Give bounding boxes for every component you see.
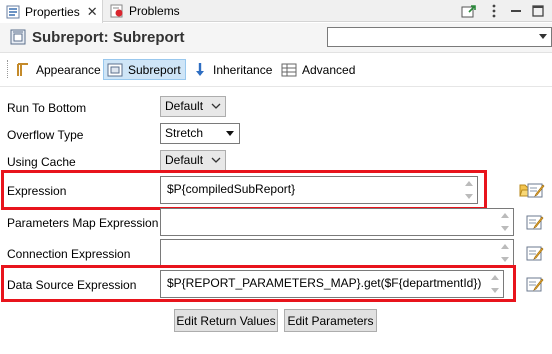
overflow-type-dropdown[interactable]: Stretch: [160, 123, 240, 144]
tab-problems-label: Problems: [129, 4, 180, 18]
chevron-down-icon: [226, 131, 234, 136]
page-title: Subreport: Subreport: [32, 29, 185, 46]
expression-editor-icon[interactable]: [524, 273, 546, 295]
overflow-type-value: Stretch: [165, 126, 204, 140]
tab-inheritance[interactable]: Inheritance: [189, 59, 274, 80]
view-tab-bar: Properties ✕ Problems: [0, 0, 552, 23]
appearance-icon: [15, 62, 31, 78]
using-cache-dropdown[interactable]: Default: [160, 150, 226, 171]
connection-scroll-arrows[interactable]: [499, 242, 511, 264]
chevron-down-icon: [209, 99, 223, 113]
inheritance-icon: [192, 62, 208, 78]
advanced-icon: [281, 62, 297, 78]
data-source-highlight-box: [1, 265, 516, 302]
tab-appearance[interactable]: Appearance: [12, 59, 101, 80]
pin-view-icon[interactable]: [461, 3, 477, 19]
section-divider: [0, 86, 552, 87]
minimize-icon[interactable]: [508, 3, 524, 19]
parameters-map-expression-field[interactable]: [160, 208, 514, 236]
using-cache-label: Using Cache: [7, 155, 76, 169]
tab-appearance-label: Appearance: [36, 62, 101, 77]
run-to-bottom-dropdown[interactable]: Default: [160, 96, 226, 117]
subreport-tab-icon: [107, 62, 123, 78]
overflow-type-label: Overflow Type: [7, 128, 84, 142]
subreport-icon: [10, 29, 26, 45]
properties-icon: [6, 5, 20, 19]
connection-expression-field[interactable]: [160, 239, 514, 267]
parameters-map-expression-label: Parameters Map Expression: [7, 216, 159, 230]
problems-icon: [110, 4, 124, 18]
edit-parameters-button[interactable]: Edit Parameters: [284, 309, 377, 332]
using-cache-value: Default: [165, 153, 204, 167]
tab-advanced[interactable]: Advanced: [278, 59, 358, 80]
expression-highlight-box: [1, 170, 487, 210]
tab-advanced-label: Advanced: [302, 62, 356, 77]
run-to-bottom-label: Run To Bottom: [7, 101, 87, 115]
tab-inheritance-label: Inheritance: [213, 62, 273, 77]
connection-expression-label: Connection Expression: [7, 247, 131, 261]
tab-properties[interactable]: Properties ✕: [0, 0, 103, 23]
maximize-icon[interactable]: [530, 3, 546, 19]
run-to-bottom-value: Default: [165, 99, 204, 113]
view-menu-icon[interactable]: [486, 3, 502, 19]
section-tabs: Appearance Subreport Inheritance Advance…: [0, 54, 552, 84]
element-title-bar: Subreport: Subreport: [0, 23, 552, 53]
close-icon[interactable]: ✕: [87, 4, 98, 20]
parameters-map-scroll-arrows[interactable]: [499, 211, 511, 233]
edit-return-values-button[interactable]: Edit Return Values: [174, 309, 278, 332]
tab-problems[interactable]: Problems: [104, 0, 200, 22]
tab-properties-label: Properties: [25, 4, 80, 19]
toolbar-separator: [7, 60, 9, 78]
chevron-down-icon: [539, 34, 547, 39]
tab-subreport-label: Subreport: [128, 62, 181, 77]
tab-subreport[interactable]: Subreport: [103, 59, 186, 80]
chevron-down-icon: [209, 153, 223, 167]
element-selector-dropdown[interactable]: [327, 27, 552, 47]
expression-editor-icon[interactable]: [524, 242, 546, 264]
expression-editor-icon[interactable]: [525, 179, 547, 201]
expression-editor-icon[interactable]: [524, 211, 546, 233]
